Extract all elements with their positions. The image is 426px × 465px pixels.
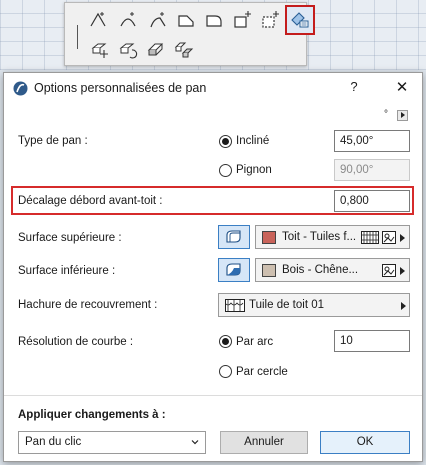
eaves-offset-label: Décalage débord avant-toit : bbox=[18, 195, 163, 207]
top-surface-toggle-button[interactable] bbox=[218, 225, 250, 249]
tool-roof-edit-icon[interactable] bbox=[143, 37, 169, 63]
cancel-button[interactable]: Annuler bbox=[220, 431, 308, 454]
curve-resolution-label: Résolution de courbe : bbox=[18, 336, 134, 348]
custom-roof-plane-dialog: Options personnalisées de pan ? ✕ ° Type… bbox=[3, 72, 423, 462]
cover-fill-label: Hachure de recouvrement : bbox=[18, 299, 158, 311]
chevron-right-icon bbox=[401, 112, 405, 118]
roof-bottom-surface-icon bbox=[226, 263, 241, 276]
tool-roof-curve-icon[interactable] bbox=[115, 7, 141, 33]
resolution-by-circle-label: Par cercle bbox=[236, 366, 288, 378]
top-surface-swatch bbox=[262, 231, 276, 244]
cover-fill-name: Tuile de toit 01 bbox=[249, 299, 325, 311]
bottom-surface-toggle-button[interactable] bbox=[218, 258, 250, 282]
tool-roof-plane-settings-icon[interactable] bbox=[285, 5, 315, 35]
inclined-angle-input[interactable]: 45,00° bbox=[334, 130, 410, 152]
app-logo-icon bbox=[13, 81, 28, 96]
bottom-surface-material-name: Bois - Chêne... bbox=[282, 264, 359, 276]
texture-icon bbox=[382, 231, 396, 244]
pan-type-inclined-label: Incliné bbox=[236, 135, 270, 147]
pan-type-inclined-radio[interactable] bbox=[219, 135, 232, 148]
tile-pattern-icon bbox=[361, 231, 379, 244]
tool-roof-group-icon[interactable] bbox=[171, 37, 197, 63]
bottom-surface-swatch bbox=[262, 264, 276, 277]
top-surface-material-picker[interactable]: Toit - Tuiles f... bbox=[255, 225, 410, 249]
tool-roof-hip-icon[interactable] bbox=[201, 7, 227, 33]
help-button[interactable]: ? bbox=[344, 79, 364, 97]
resolution-by-arc-label: Par arc bbox=[236, 336, 274, 348]
tool-roof-add-plane-icon[interactable] bbox=[229, 7, 255, 33]
tool-roof-gable-icon[interactable] bbox=[173, 7, 199, 33]
chevron-right-icon bbox=[400, 267, 405, 275]
tool-roof-curve-edge-icon[interactable] bbox=[145, 7, 171, 33]
footer-separator bbox=[4, 395, 422, 396]
tool-roof-custom-icon[interactable] bbox=[257, 7, 283, 33]
gable-angle-input: 90,00° bbox=[334, 159, 410, 181]
cover-fill-picker[interactable]: Tuile de toit 01 bbox=[218, 293, 410, 317]
resolution-by-arc-radio[interactable] bbox=[219, 335, 232, 348]
roof-tool-palette bbox=[64, 2, 315, 66]
pan-type-label: Type de pan : bbox=[18, 135, 88, 147]
degree-unit-label: ° bbox=[384, 109, 388, 120]
chevron-right-icon bbox=[401, 302, 406, 310]
bottom-surface-material-picker[interactable]: Bois - Chêne... bbox=[255, 258, 410, 282]
top-surface-label: Surface supérieure : bbox=[18, 232, 122, 244]
top-surface-material-name: Toit - Tuiles f... bbox=[282, 231, 357, 243]
chevron-down-icon bbox=[191, 440, 199, 445]
pan-type-gable-radio[interactable] bbox=[219, 164, 232, 177]
resolution-by-circle-radio[interactable] bbox=[219, 365, 232, 378]
roof-tile-fill-icon bbox=[225, 299, 245, 312]
tool-roof-move-icon[interactable] bbox=[87, 37, 113, 63]
dialog-title: Options personnalisées de pan bbox=[34, 81, 207, 95]
apply-scope-dropdown[interactable]: Pan du clic bbox=[18, 431, 206, 454]
apply-scope-value: Pan du clic bbox=[25, 436, 82, 448]
tool-roof-polygon-icon[interactable] bbox=[85, 7, 111, 33]
tool-roof-rotate-icon[interactable] bbox=[115, 37, 141, 63]
ok-button[interactable]: OK bbox=[320, 431, 410, 454]
pan-type-gable-label: Pignon bbox=[236, 164, 272, 176]
close-button[interactable]: ✕ bbox=[392, 78, 412, 98]
eaves-offset-input[interactable]: 0,800 bbox=[334, 190, 410, 212]
toolbar-handle[interactable] bbox=[77, 25, 78, 49]
chevron-right-icon bbox=[400, 234, 405, 242]
roof-top-surface-icon bbox=[226, 230, 241, 243]
expand-toggle-button[interactable] bbox=[397, 110, 408, 121]
apply-changes-label: Appliquer changements à : bbox=[18, 409, 166, 421]
dialog-titlebar: Options personnalisées de pan ? ✕ bbox=[4, 73, 422, 103]
bottom-surface-label: Surface inférieure : bbox=[18, 265, 116, 277]
texture-icon bbox=[382, 264, 396, 277]
arc-segments-input[interactable]: 10 bbox=[334, 330, 410, 352]
